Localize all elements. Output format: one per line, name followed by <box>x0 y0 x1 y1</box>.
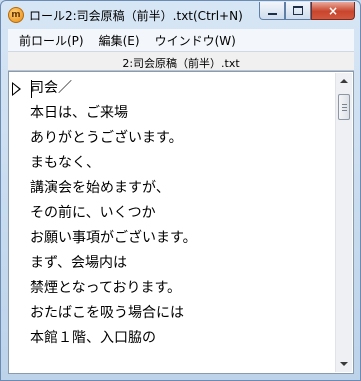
text-line: 本館１階、入口脇の <box>30 330 156 346</box>
menu-bar: 前ロール(P) 編集(E) ウインドウ(W) <box>8 29 354 52</box>
scroll-down-button[interactable] <box>336 356 352 372</box>
text-line: 講演会を始めますが、 <box>30 180 170 196</box>
scroll-thumb[interactable] <box>338 94 350 120</box>
text-editor[interactable]: 司会／ 本日は、ご来場 ありがとうございます。 まもなく、 講演会を始めますが、… <box>8 71 354 374</box>
grip-line <box>342 107 347 108</box>
app-icon[interactable]: m <box>8 7 24 23</box>
text-line: その前に、いくつか <box>30 205 156 221</box>
minimize-button[interactable] <box>259 2 285 20</box>
window-title: ロール2:司会原稿（前半）.txt(Ctrl+N) <box>29 9 243 23</box>
vertical-scrollbar[interactable] <box>335 73 352 372</box>
document-name: 2:司会原稿（前半）.txt <box>122 57 240 70</box>
text-line: まもなく、 <box>30 155 100 171</box>
scroll-up-button[interactable] <box>336 73 352 89</box>
editor-text[interactable]: 司会／ 本日は、ご来場 ありがとうございます。 まもなく、 講演会を始めますが、… <box>30 76 330 351</box>
close-icon: × <box>327 3 339 18</box>
close-button[interactable]: × <box>311 2 355 20</box>
current-line-marker-icon <box>12 82 21 96</box>
scroll-up-icon <box>340 79 348 83</box>
menu-window[interactable]: ウインドウ(W) <box>150 32 241 49</box>
text-line: おたばこを吸う場合には <box>30 305 184 321</box>
document-name-bar: 2:司会原稿（前半）.txt <box>8 52 354 71</box>
minimize-icon <box>267 12 277 15</box>
grip-line <box>342 110 347 111</box>
text-line: 禁煙となっております。 <box>30 280 182 296</box>
menu-edit[interactable]: 編集(E) <box>94 32 145 49</box>
grip-line <box>342 104 347 105</box>
title-bar[interactable]: m ロール2:司会原稿（前半）.txt(Ctrl+N) × <box>1 1 360 29</box>
maximize-icon <box>293 6 303 15</box>
text-line: お願い事項がございます。 <box>30 230 197 246</box>
text-line: 本日は、ご来場 <box>30 105 128 121</box>
text-line: ありがとうございます。 <box>30 130 183 146</box>
scroll-down-icon <box>340 362 348 366</box>
text-line: まず、会場内は <box>30 255 128 271</box>
text-line: 司会／ <box>30 80 72 96</box>
menu-prev-roll[interactable]: 前ロール(P) <box>14 32 89 49</box>
window-controls: × <box>259 2 355 21</box>
app-window: m ロール2:司会原稿（前半）.txt(Ctrl+N) × 前ロール(P) 編集… <box>0 0 361 381</box>
maximize-button[interactable] <box>285 2 311 20</box>
